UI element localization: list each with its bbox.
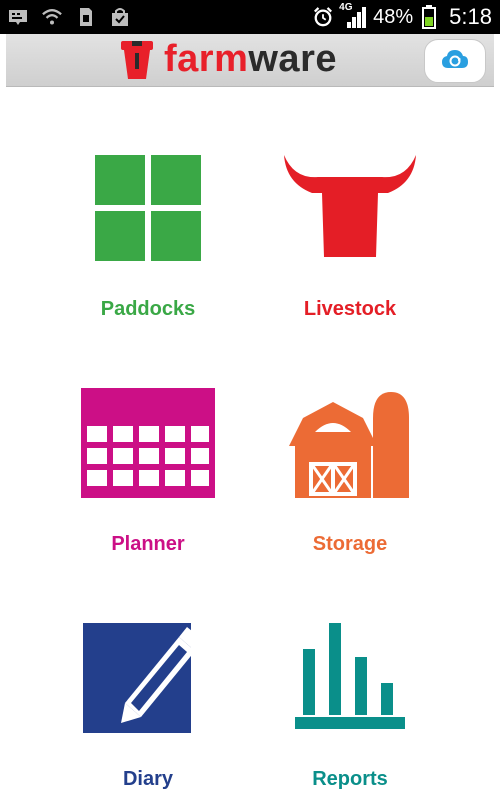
brand-name-ware: ware [248,38,337,80]
calendar-icon [78,373,218,513]
paddock-grid-icon [78,138,218,278]
menu-label-reports: Reports [312,768,388,790]
cloud-sync-icon [441,48,469,75]
shopping-bag-icon [110,6,130,28]
menu-label-planner: Planner [111,533,185,555]
farmware-bucket-icon [118,39,156,81]
diary-pencil-icon [78,608,218,748]
battery-icon [419,5,439,29]
clock: 5:18 [449,4,492,29]
cloud-sync-button[interactable] [424,39,486,83]
brand-name-farm: farm [164,38,249,80]
signal-icon: 4G [339,2,367,30]
menu-tile-storage[interactable]: Storage [250,373,450,603]
menu-label-livestock: Livestock [303,298,397,320]
notification-icons [8,6,130,28]
brand-logo: farm ware [118,38,337,81]
sim-icon [76,6,96,28]
bull-head-icon [280,138,420,278]
keyboard-icon [8,6,28,28]
menu-tile-planner[interactable]: Planner [48,373,248,603]
status-bar: 4G 48% 5:18 [0,0,500,34]
menu-label-diary: Diary [122,768,174,790]
menu-label-paddocks: Paddocks [100,298,196,320]
system-icons: 4G 48% 5:18 [313,2,492,31]
menu-tile-reports[interactable]: Reports [250,608,450,801]
barn-icon [280,373,420,513]
menu-tile-livestock[interactable]: Livestock [250,138,450,368]
app-header: farm ware [6,34,494,87]
battery-percent: 48% [373,6,414,28]
wifi-question-icon [42,6,62,28]
menu-tile-paddocks[interactable]: Paddocks [48,138,248,368]
bar-chart-icon [280,608,420,748]
menu-label-storage: Storage [312,533,388,555]
alarm-icon [313,6,333,28]
menu-tile-diary[interactable]: Diary [48,608,248,801]
